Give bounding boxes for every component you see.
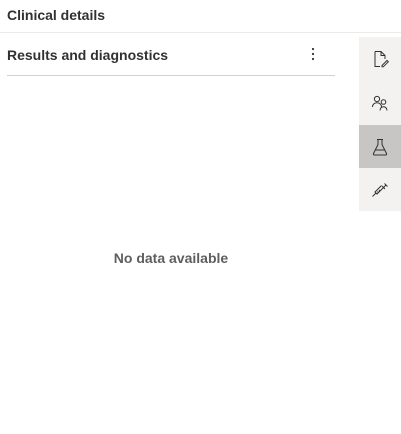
rail-button-care-team[interactable]: [359, 81, 401, 124]
results-panel: Results and diagnostics No data availabl…: [7, 34, 335, 434]
more-options-button[interactable]: [303, 42, 323, 66]
side-rail: [359, 37, 401, 211]
syringe-icon: [372, 182, 388, 197]
empty-state-message: No data available: [113, 250, 229, 266]
rail-button-medications[interactable]: [359, 169, 401, 212]
clinical-details-header: Clinical details: [0, 0, 401, 33]
panel-title: Results and diagnostics: [7, 47, 169, 63]
page-title: Clinical details: [7, 7, 106, 23]
people-icon: [372, 95, 388, 111]
more-vertical-icon: [311, 47, 315, 61]
flask-icon: [372, 138, 388, 155]
rail-button-notes[interactable]: [359, 37, 401, 80]
rail-button-results[interactable]: [359, 125, 401, 168]
document-edit-icon: [374, 50, 389, 67]
panel-header: Results and diagnostics: [7, 34, 335, 76]
